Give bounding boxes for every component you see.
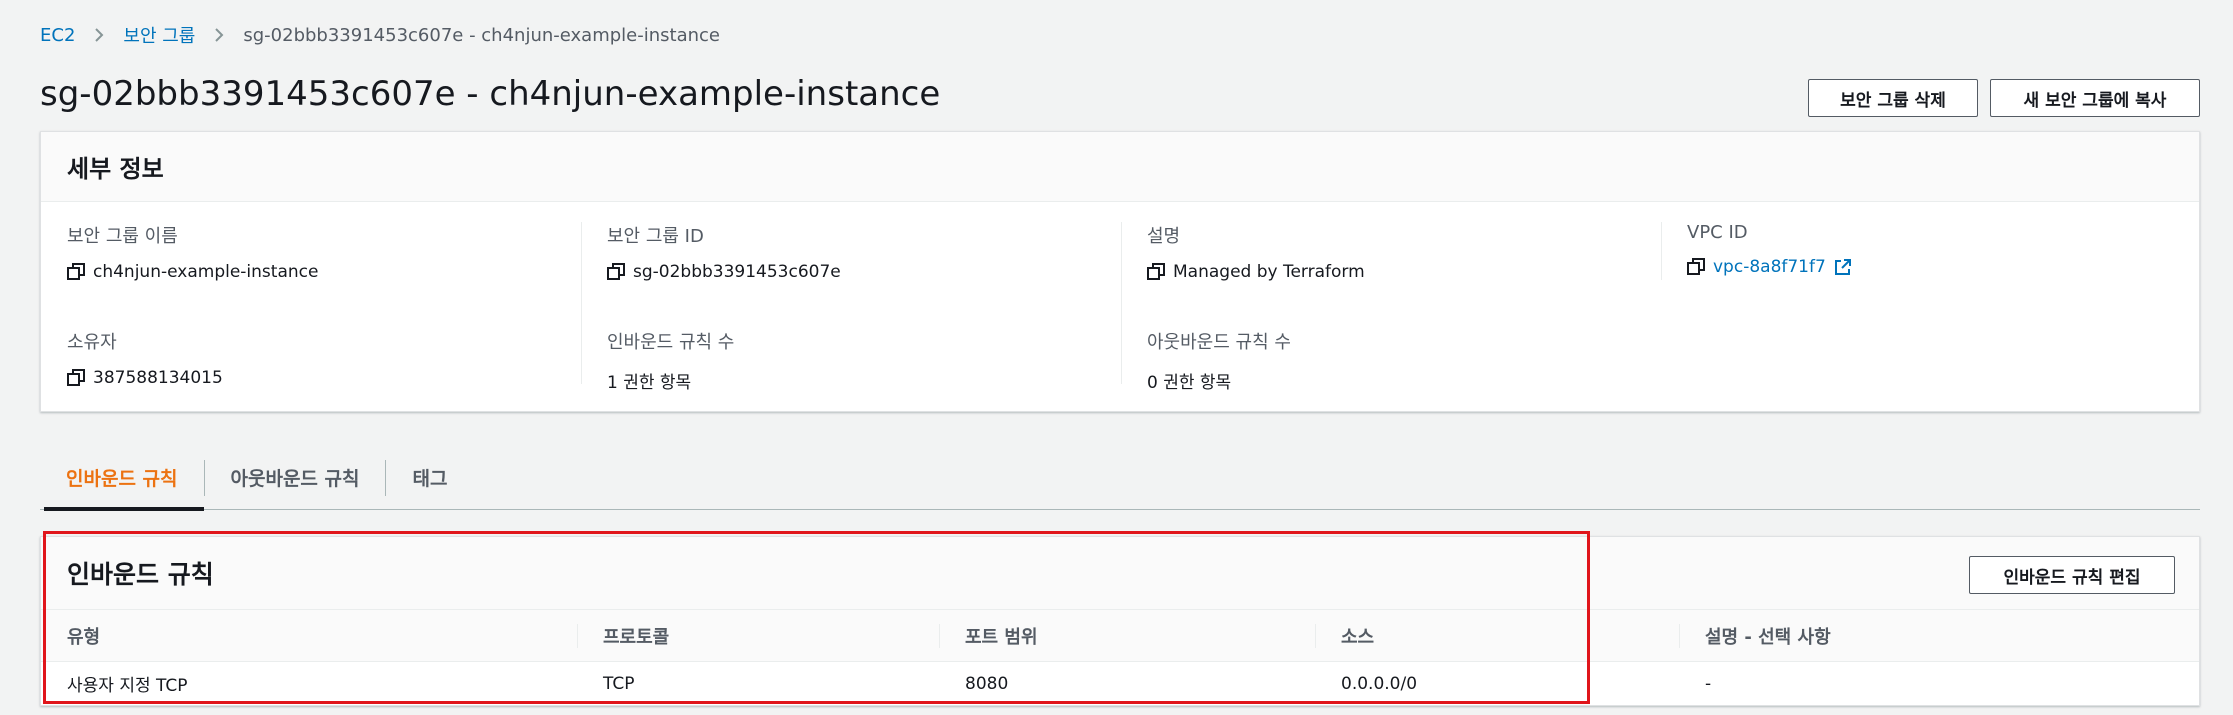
field-label: 인바운드 규칙 수 (607, 332, 735, 353)
page-title: sg-02bbb3391453c607e - ch4njun-example-i… (40, 74, 941, 114)
table-header-row: 유형 프로토콜 포트 범위 소스 설명 - 선택 사항 (41, 609, 2199, 662)
field-label: 소유자 (67, 332, 117, 353)
breadcrumb-current: sg-02bbb3391453c607e - ch4njun-example-i… (243, 24, 720, 46)
chevron-right-icon (89, 25, 109, 45)
field-outbound-rule-count: 아웃바운드 규칙 수 0 권한 항목 (1147, 328, 1667, 393)
column-header-port-range[interactable]: 포트 범위 (939, 609, 1315, 662)
field-label: 보안 그룹 ID (607, 226, 704, 247)
field-value: 0 권한 항목 (1147, 373, 1232, 393)
inbound-rules-panel: 인바운드 규칙 인바운드 규칙 편집 유형 프로토콜 포트 범위 소스 설명 -… (40, 536, 2200, 706)
breadcrumb-ec2-link[interactable]: EC2 (40, 25, 75, 46)
field-inbound-rule-count: 인바운드 규칙 수 1 권한 항목 (607, 328, 1127, 393)
copy-icon[interactable] (67, 369, 85, 387)
copy-icon[interactable] (1147, 263, 1165, 281)
tab-list: 인바운드 규칙 아웃바운드 규칙 태그 (40, 446, 2200, 511)
field-label: 보안 그룹 이름 (67, 226, 178, 247)
field-description: 설명 Managed by Terraform (1147, 222, 1667, 282)
field-owner: 소유자 387588134015 (67, 328, 587, 388)
details-panel: 세부 정보 보안 그룹 이름 ch4njun-example-instance … (40, 131, 2200, 412)
cell-source: 0.0.0.0/0 (1341, 673, 1418, 694)
field-value: 387588134015 (93, 368, 223, 388)
vpc-id-link[interactable]: vpc-8a8f71f7 (1713, 257, 1826, 277)
column-header-description[interactable]: 설명 - 선택 사항 (1679, 609, 2199, 662)
chevron-right-icon (209, 25, 229, 45)
column-header-source[interactable]: 소스 (1315, 609, 1679, 662)
copy-icon[interactable] (1687, 258, 1705, 276)
cell-protocol: TCP (603, 673, 635, 694)
external-link-icon[interactable] (1834, 258, 1852, 276)
breadcrumb-security-groups-link[interactable]: 보안 그룹 (123, 22, 195, 48)
breadcrumb: EC2 보안 그룹 sg-02bbb3391453c607e - ch4njun… (40, 22, 720, 48)
column-header-type[interactable]: 유형 (41, 609, 577, 662)
inbound-rules-table: 유형 프로토콜 포트 범위 소스 설명 - 선택 사항 사용자 지정 TCP T… (41, 609, 2199, 706)
field-security-group-name: 보안 그룹 이름 ch4njun-example-instance (67, 222, 587, 282)
cell-type: 사용자 지정 TCP (67, 676, 188, 697)
tab-inbound-rules[interactable]: 인바운드 규칙 (40, 446, 204, 511)
field-value: 1 권한 항목 (607, 373, 692, 393)
security-group-detail-page: EC2 보안 그룹 sg-02bbb3391453c607e - ch4njun… (0, 0, 2233, 715)
copy-icon[interactable] (607, 263, 625, 281)
inbound-rules-title: 인바운드 규칙 (41, 537, 2199, 609)
cell-port-range: 8080 (965, 673, 1009, 694)
delete-security-group-button[interactable]: 보안 그룹 삭제 (1808, 79, 1978, 117)
edit-inbound-rules-button[interactable]: 인바운드 규칙 편집 (1969, 556, 2175, 594)
field-value: sg-02bbb3391453c607e (633, 262, 841, 282)
field-label: 아웃바운드 규칙 수 (1147, 332, 1291, 353)
copy-icon[interactable] (67, 263, 85, 281)
details-header: 세부 정보 (41, 132, 2199, 202)
tab-outbound-rules[interactable]: 아웃바운드 규칙 (205, 446, 386, 510)
table-row[interactable]: 사용자 지정 TCP TCP 8080 0.0.0.0/0 - (41, 662, 2199, 706)
copy-to-new-security-group-button[interactable]: 새 보안 그룹에 복사 (1990, 79, 2200, 117)
cell-description: - (1705, 673, 1712, 694)
field-vpc-id: VPC ID vpc-8a8f71f7 (1687, 222, 2207, 277)
column-header-protocol[interactable]: 프로토콜 (577, 609, 939, 662)
field-security-group-id: 보안 그룹 ID sg-02bbb3391453c607e (607, 222, 1127, 282)
field-label: 설명 (1147, 226, 1181, 247)
details-grid: 보안 그룹 이름 ch4njun-example-instance 보안 그룹 … (41, 202, 2199, 402)
tab-tags[interactable]: 태그 (386, 446, 473, 510)
field-value: Managed by Terraform (1173, 262, 1365, 282)
field-value: ch4njun-example-instance (93, 262, 319, 282)
field-label: VPC ID (1687, 222, 1748, 243)
